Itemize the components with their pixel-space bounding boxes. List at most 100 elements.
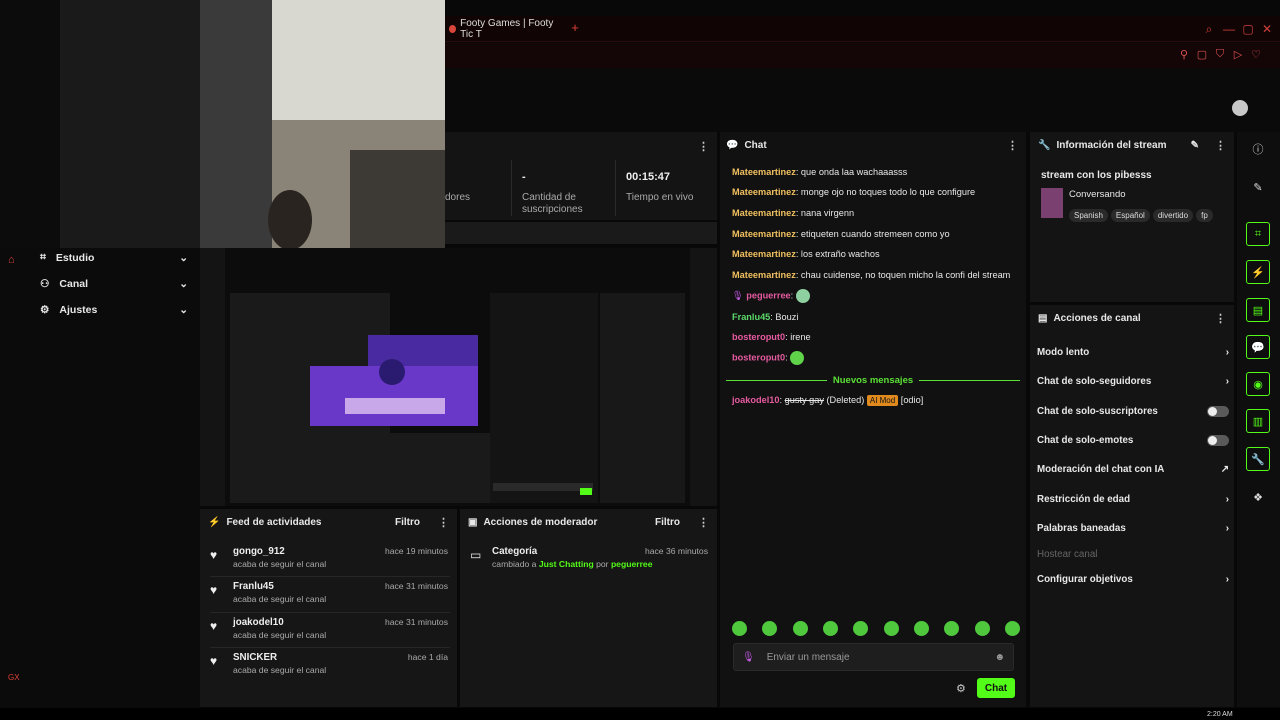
avatar[interactable] bbox=[1232, 100, 1248, 116]
feed-item: ♥ SNICKER acaba de seguir el canal hace 1 d… bbox=[210, 652, 448, 675]
pin-icon[interactable]: ⚲ bbox=[1177, 48, 1191, 61]
chevron-right-icon: › bbox=[1225, 574, 1229, 585]
widgets-icon[interactable]: ❖ bbox=[1245, 484, 1271, 510]
screenshot-icon[interactable]: ▢ bbox=[1195, 48, 1209, 61]
settings-gear-icon[interactable]: ⚙ bbox=[956, 682, 966, 695]
chevron-right-icon: › bbox=[1225, 523, 1229, 534]
info-icon[interactable]: ⓘ bbox=[1245, 136, 1271, 162]
tag-list: Spanish Español divertido fp bbox=[1069, 205, 1216, 223]
filter-button[interactable]: Filtro bbox=[655, 517, 680, 528]
toggle-switch[interactable] bbox=[1207, 406, 1229, 417]
chat-header: 💬 Chat ⋮ bbox=[720, 132, 1026, 158]
chat-input[interactable]: 🎙 Enviar un mensaje ☻ bbox=[733, 643, 1014, 671]
stream-preview[interactable] bbox=[200, 248, 717, 506]
gx-cursor-icon[interactable]: ⌂ bbox=[8, 254, 15, 266]
more-icon[interactable]: ⋮ bbox=[698, 140, 709, 153]
layout-icon[interactable]: ▥ bbox=[1246, 409, 1270, 433]
new-tab-button[interactable]: + bbox=[568, 20, 582, 36]
close-button[interactable]: ✕ bbox=[1260, 22, 1274, 36]
heart-icon[interactable]: ♡ bbox=[1249, 48, 1263, 61]
chat-message: bosteroput0: irene bbox=[732, 332, 811, 342]
wrench-icon: 🔧 bbox=[1038, 139, 1051, 151]
mic-icon: 🎙 bbox=[732, 290, 744, 301]
maximize-button[interactable]: ▢ bbox=[1241, 22, 1255, 36]
stats-panel: ⋮ dores - Cantidad de suscripciones 00:1… bbox=[445, 132, 717, 220]
emote-bar[interactable] bbox=[732, 621, 1020, 637]
chat-message: Mateemartinez: nana virgenn bbox=[732, 208, 855, 218]
more-icon[interactable]: ⋮ bbox=[1007, 139, 1018, 152]
pencil-icon[interactable]: ✎ bbox=[1245, 174, 1271, 200]
wrench-icon[interactable]: 🔧 bbox=[1246, 447, 1270, 471]
minimize-button[interactable]: — bbox=[1222, 22, 1236, 36]
address-bar bbox=[445, 43, 1280, 68]
channel-actions-title: Acciones de canal bbox=[1053, 312, 1141, 324]
shield-icon[interactable]: ⛉ bbox=[1213, 48, 1227, 61]
left-nav: ⌂ ⌗ Estudio ⌄ ⚇ Canal ⌄ ⚙ Ajustes ⌄ GX bbox=[0, 248, 200, 708]
emoji-icon[interactable]: ☻ bbox=[994, 652, 1005, 663]
feed-item: ♥ joakodel10 acaba de seguir el canal hace … bbox=[210, 617, 448, 640]
edit-icon[interactable]: ✎ bbox=[1191, 140, 1199, 151]
more-icon[interactable]: ⋮ bbox=[1215, 139, 1226, 152]
chat-bubble-icon: 💬 bbox=[726, 139, 739, 151]
send-chat-button[interactable]: Chat bbox=[977, 678, 1015, 698]
nav-studio[interactable]: ⌗ Estudio ⌄ bbox=[40, 251, 188, 264]
stat-label: Cantidad de suscripciones bbox=[522, 192, 583, 215]
heart-icon: ♥ bbox=[210, 583, 218, 597]
stat-value: - bbox=[522, 171, 526, 183]
heart-icon: ♥ bbox=[210, 654, 218, 668]
more-icon[interactable]: ⋮ bbox=[1215, 312, 1226, 325]
chat-icon[interactable]: 💬 bbox=[1246, 335, 1270, 359]
page-header bbox=[445, 68, 1280, 132]
activity-feed-panel: ⚡ Feed de actividades Filtro ⋮ ♥ gongo_912 ac… bbox=[200, 509, 457, 707]
chat-title: Chat bbox=[744, 139, 767, 151]
more-icon[interactable]: ⋮ bbox=[698, 516, 709, 529]
external-link-icon: ↗ bbox=[1220, 464, 1229, 475]
stream-info-title: Información del stream bbox=[1056, 139, 1167, 151]
new-messages-divider[interactable]: Nuevos mensajes bbox=[726, 374, 1021, 386]
search-icon[interactable]: ⌕ bbox=[1202, 22, 1216, 37]
action-followers-only[interactable]: Chat de solo-seguidores › bbox=[1037, 376, 1229, 387]
stream-info-header: 🔧 Información del stream ✎ ⋮ bbox=[1030, 132, 1234, 158]
chat-message: Mateemartinez: monge ojo no toques todo … bbox=[732, 187, 976, 197]
emote-icon bbox=[790, 351, 805, 365]
filter-button[interactable]: Filtro bbox=[395, 517, 420, 528]
mic-icon: 🎙 bbox=[742, 651, 755, 663]
chevron-right-icon: › bbox=[1225, 494, 1229, 505]
lightning-icon[interactable]: ⚡ bbox=[1246, 260, 1270, 284]
stat-value: 00:15:47 bbox=[626, 171, 671, 183]
more-icon[interactable]: ⋮ bbox=[438, 516, 449, 529]
nav-settings[interactable]: ⚙ Ajustes ⌄ bbox=[40, 304, 188, 316]
browser-tab[interactable]: Footy Games | Footy Tic T bbox=[445, 18, 565, 40]
right-sidebar: ⓘ ✎ ⌗ ⚡ ▤ 💬 ◉ ▥ 🔧 ❖ bbox=[1237, 132, 1280, 707]
stream-info-panel: 🔧 Información del stream ✎ ⋮ stream con los… bbox=[1030, 132, 1234, 302]
category-icon: ▭ bbox=[470, 548, 482, 562]
action-slow-mode[interactable]: Modo lento › bbox=[1037, 347, 1229, 358]
document-icon[interactable]: ▤ bbox=[1246, 298, 1270, 322]
action-banned-words[interactable]: Palabras baneadas › bbox=[1037, 523, 1229, 534]
category-name: Conversando bbox=[1069, 189, 1126, 200]
chat-message: Franlu45: Bouzi bbox=[732, 312, 799, 322]
chat-message: Mateemartinez: chau cuidense, no toquen … bbox=[732, 270, 1011, 280]
action-emotes-only[interactable]: Chat de solo-emotes bbox=[1037, 435, 1229, 446]
clock: 2:20 AM bbox=[1207, 711, 1233, 718]
channel-actions-panel: ▤ Acciones de canal ⋮ Modo lento › Chat de … bbox=[1030, 305, 1234, 707]
gear-icon: ⚙ bbox=[40, 304, 50, 316]
capture-icon[interactable]: ⌗ bbox=[1246, 222, 1270, 246]
play-icon[interactable]: ▷ bbox=[1231, 48, 1245, 61]
toggle-switch[interactable] bbox=[1207, 435, 1229, 446]
studio-icon: ⌗ bbox=[40, 251, 46, 263]
action-subscribers-only[interactable]: Chat de solo-suscriptores bbox=[1037, 406, 1229, 417]
action-age-restriction[interactable]: Restricción de edad › bbox=[1037, 494, 1229, 505]
action-ai-moderation[interactable]: Moderación del chat con IA ↗ bbox=[1037, 464, 1229, 475]
list-icon: ▤ bbox=[1038, 312, 1048, 324]
taskbar: 2:20 AM bbox=[0, 708, 1280, 720]
nav-channel[interactable]: ⚇ Canal ⌄ bbox=[40, 278, 188, 290]
chat-input-placeholder: Enviar un mensaje bbox=[766, 651, 850, 663]
mod-action-item: ▭ Categoría cambiado a Just Chatting por p… bbox=[470, 546, 708, 569]
broadcast-icon[interactable]: ◉ bbox=[1246, 372, 1270, 396]
action-configure-goals[interactable]: Configurar objetivos › bbox=[1037, 574, 1229, 585]
gx-badge[interactable]: GX bbox=[8, 673, 20, 682]
webcam-image bbox=[0, 0, 445, 248]
stat-label: Tiempo en vivo bbox=[626, 192, 694, 203]
chat-panel: 💬 Chat ⋮ Mateemartinez: que onda laa wac… bbox=[720, 132, 1026, 707]
